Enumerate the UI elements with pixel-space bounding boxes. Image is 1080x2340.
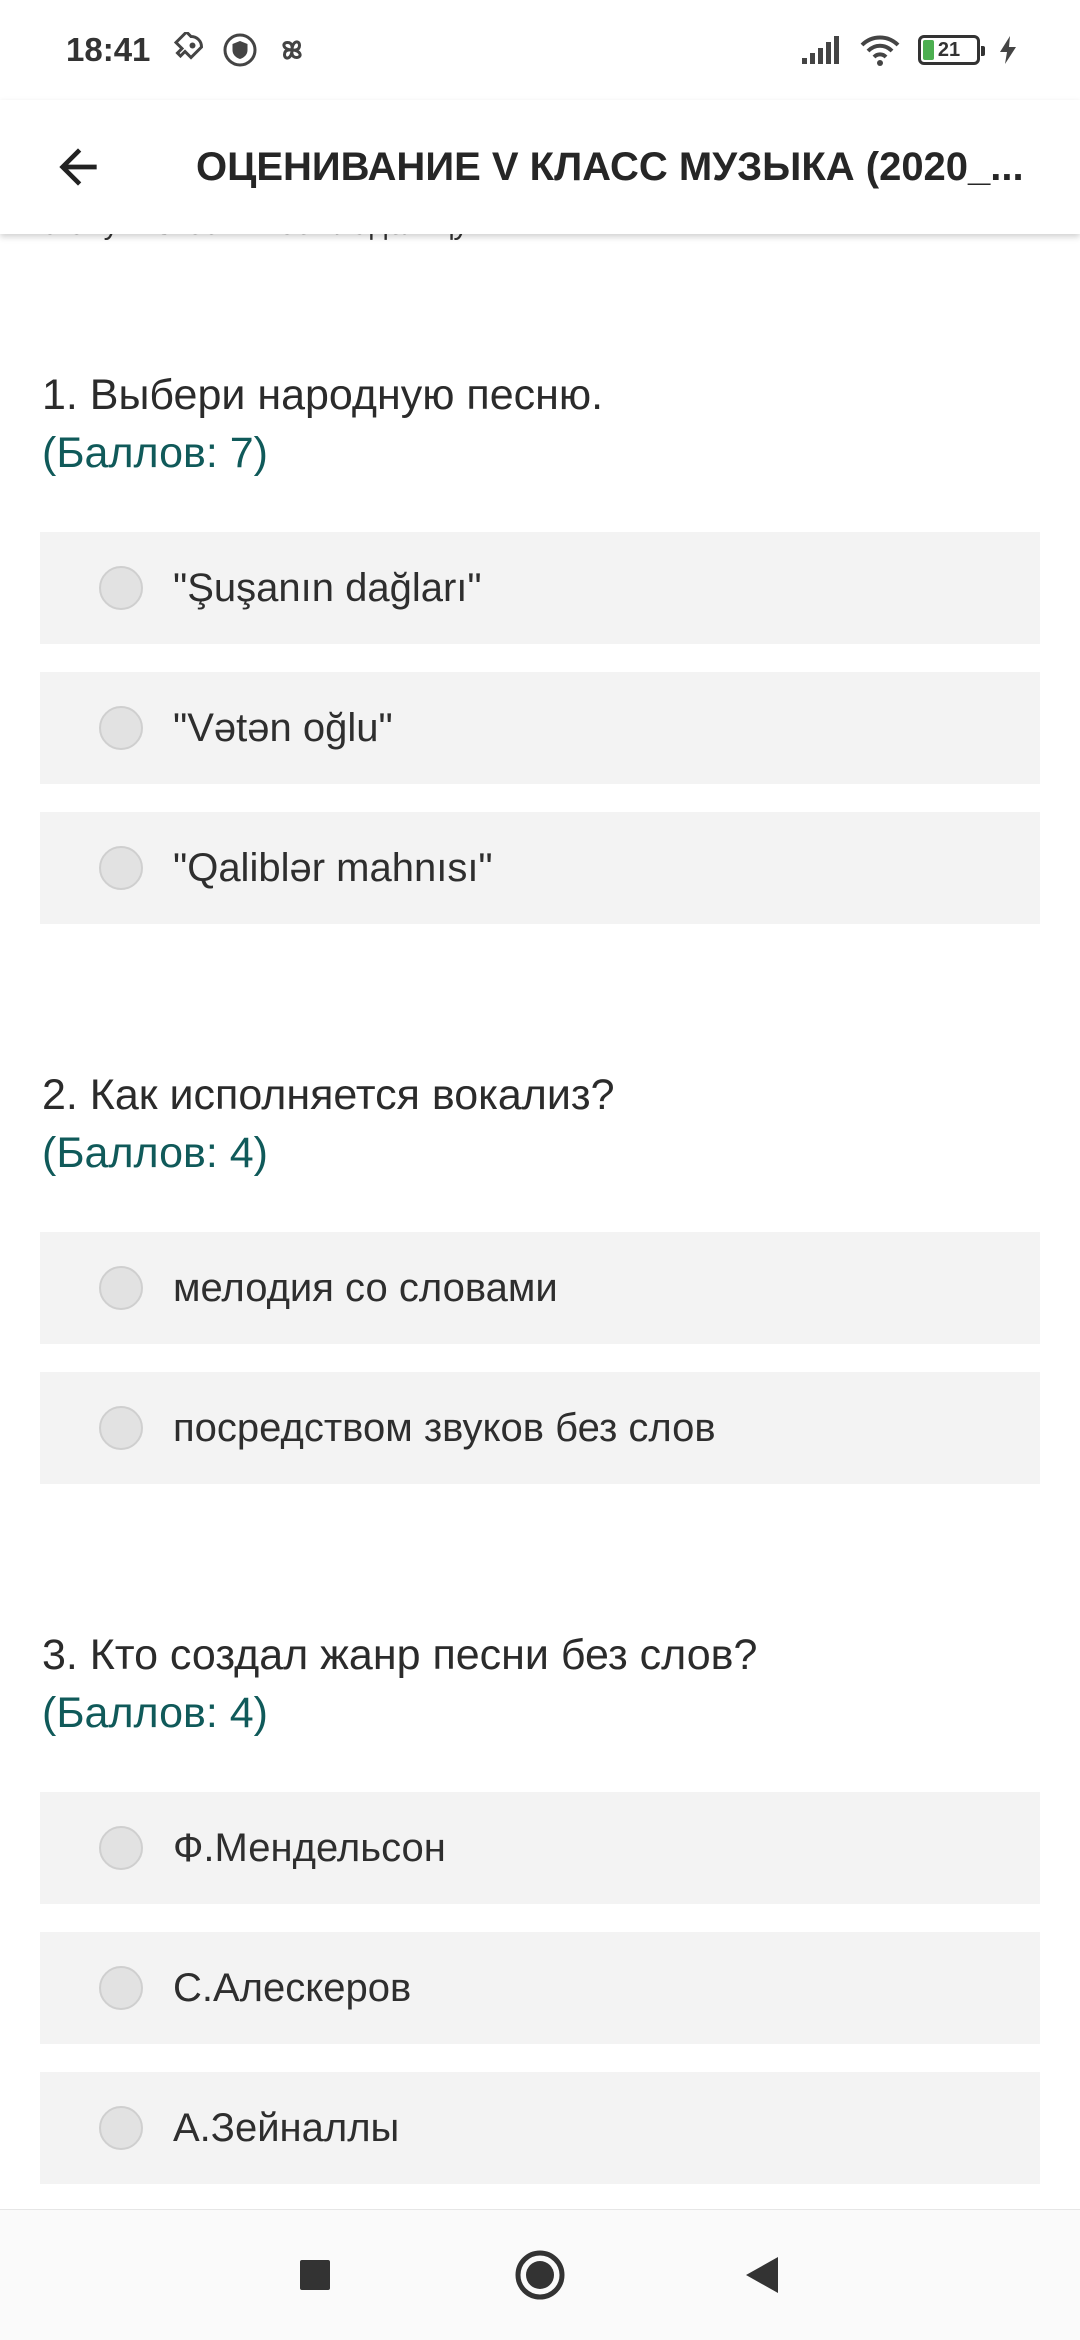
status-left: 18:41 xyxy=(66,31,310,69)
quiz-content[interactable]: станут известны ее владельцу. 1. Выбери … xyxy=(0,234,1080,2210)
option-q2-2[interactable]: посредством звуков без слов xyxy=(40,1372,1040,1484)
radio-button[interactable] xyxy=(99,706,143,750)
option-q1-2[interactable]: "Vətən oğlu" xyxy=(40,672,1040,784)
battery-fill xyxy=(923,40,934,60)
question-points: (Баллов: 4) xyxy=(42,1689,269,1737)
intro-text: станут известны ее владельцу. xyxy=(42,234,474,242)
back-button[interactable] xyxy=(38,127,118,207)
radio-button[interactable] xyxy=(99,1266,143,1310)
notification-icons xyxy=(170,32,310,68)
option-q1-3[interactable]: "Qaliblər mahnısı" xyxy=(40,812,1040,924)
charging-icon xyxy=(1000,36,1016,64)
battery-level: 21 xyxy=(937,38,961,61)
question-points: (Баллов: 4) xyxy=(42,1129,269,1177)
option-label: "Şuşanın dağları" xyxy=(173,565,482,610)
signal-icon xyxy=(802,36,839,64)
pinwheel-icon xyxy=(282,40,302,60)
recents-button[interactable] xyxy=(275,2235,355,2315)
arrow-left-icon xyxy=(59,148,97,186)
option-q1-1[interactable]: "Şuşanın dağları" xyxy=(40,532,1040,644)
option-label: А.Зейналлы xyxy=(173,2105,400,2150)
option-label: мелодия со словами xyxy=(173,1265,558,1310)
option-label: посредством звуков без слов xyxy=(173,1405,716,1450)
radio-button[interactable] xyxy=(99,846,143,890)
rocket-icon xyxy=(174,32,204,60)
question-text: 1. Выбери народную песню. xyxy=(42,371,604,419)
radio-button[interactable] xyxy=(99,1966,143,2010)
option-label: Ф.Мендельсон xyxy=(173,1825,446,1870)
recents-square-icon xyxy=(300,2260,330,2290)
question-text: 3. Кто создал жанр песни без слов? xyxy=(42,1631,758,1679)
question-text: 2. Как исполняется вокализ? xyxy=(42,1071,615,1119)
battery-nub xyxy=(981,46,985,56)
nav-back-button[interactable] xyxy=(722,2235,802,2315)
option-q3-2[interactable]: С.Алескеров xyxy=(40,1932,1040,2044)
option-label: "Vətən oğlu" xyxy=(173,705,393,750)
option-q3-1[interactable]: Ф.Мендельсон xyxy=(40,1792,1040,1904)
question-points: (Баллов: 7) xyxy=(42,429,269,477)
status-bar: 18:41 21 xyxy=(0,0,1080,100)
radio-button[interactable] xyxy=(99,566,143,610)
page-title: ОЦЕНИВАНИЕ V КЛАСС МУЗЫКА (2020_... xyxy=(196,144,1024,189)
question-1: 1. Выбери народную песню. (Баллов: 7) xyxy=(42,366,1040,482)
option-q2-1[interactable]: мелодия со словами xyxy=(40,1232,1040,1344)
option-label: "Qaliblər mahnısı" xyxy=(173,845,493,890)
home-circle-icon xyxy=(515,2250,565,2300)
wifi-icon xyxy=(860,35,900,66)
system-nav-bar xyxy=(0,2209,1080,2340)
radio-button[interactable] xyxy=(99,1826,143,1870)
option-label: С.Алескеров xyxy=(173,1965,412,2010)
battery-icon: 21 xyxy=(918,35,985,65)
question-3: 3. Кто создал жанр песни без слов? (Балл… xyxy=(42,1626,1040,1742)
option-q3-3[interactable]: А.Зейналлы xyxy=(40,2072,1040,2184)
radio-button[interactable] xyxy=(99,2106,143,2150)
app-bar: ОЦЕНИВАНИЕ V КЛАСС МУЗЫКА (2020_... xyxy=(0,100,1080,234)
status-right: 21 xyxy=(800,33,1018,67)
status-time: 18:41 xyxy=(66,31,151,68)
home-button[interactable] xyxy=(500,2235,580,2315)
vpn-shield-icon xyxy=(223,33,257,67)
back-triangle-icon xyxy=(746,2257,778,2293)
question-2: 2. Как исполняется вокализ? (Баллов: 4) xyxy=(42,1066,1040,1182)
radio-button[interactable] xyxy=(99,1406,143,1450)
